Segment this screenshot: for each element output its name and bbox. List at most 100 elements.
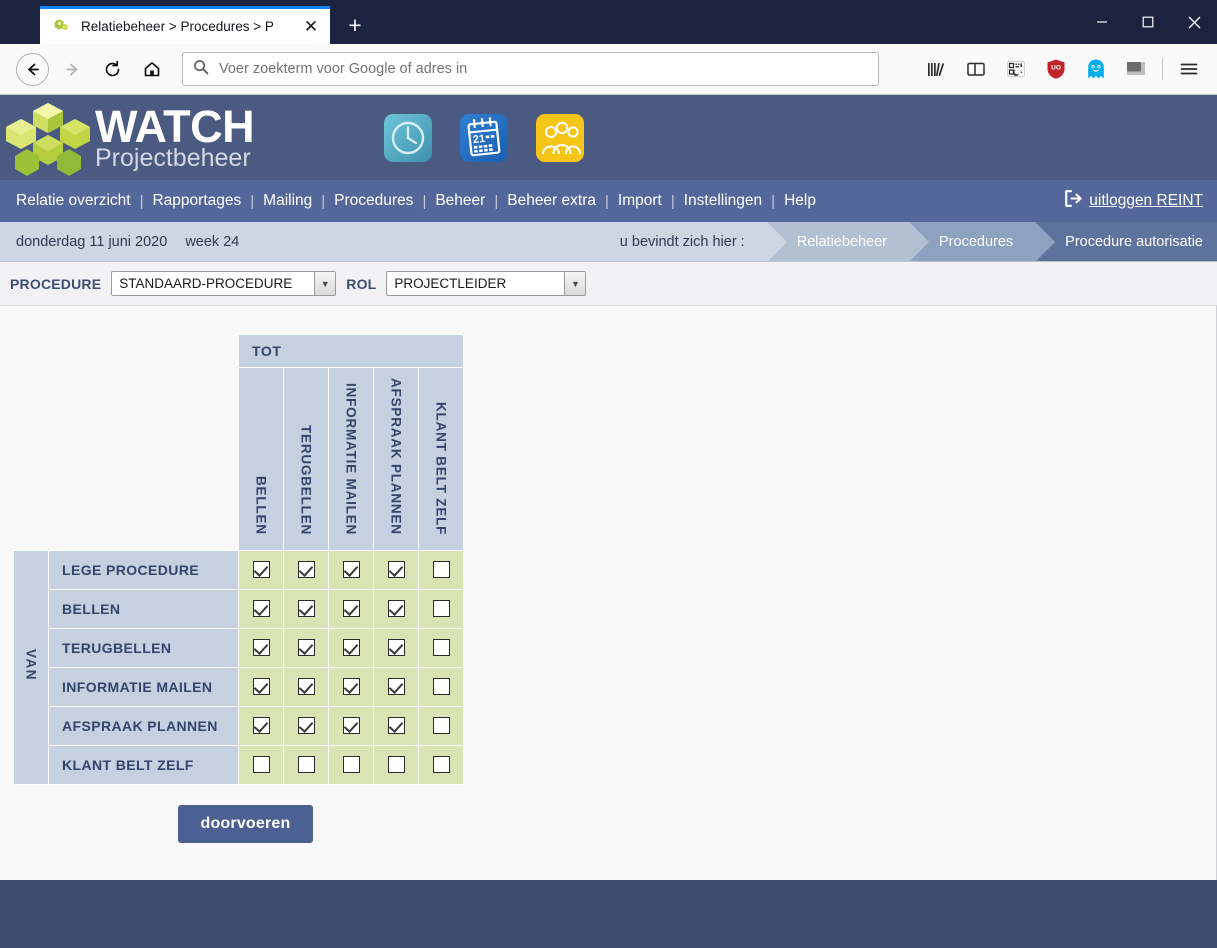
nav-item-mailing[interactable]: Mailing [263, 192, 312, 210]
nav-item-beheer-extra[interactable]: Beheer extra [507, 192, 596, 210]
nav-item-rapportages[interactable]: Rapportages [152, 192, 241, 210]
checkbox-checked[interactable] [252, 600, 270, 618]
matrix-cell[interactable] [373, 706, 419, 746]
doorvoeren-button[interactable]: doorvoeren [178, 805, 313, 843]
qr-reader-icon[interactable] [1000, 53, 1032, 85]
checkbox-checked[interactable] [297, 561, 315, 579]
checkbox-checked[interactable] [387, 678, 405, 696]
browser-tab[interactable]: Relatiebeheer > Procedures > P ✕ [40, 6, 330, 44]
checkbox-checked[interactable] [387, 639, 405, 657]
matrix-cell[interactable] [283, 589, 329, 629]
new-tab-button[interactable]: + [338, 8, 372, 42]
checkbox-checked[interactable] [387, 717, 405, 735]
sidebar-icon[interactable] [960, 53, 992, 85]
matrix-cell[interactable] [418, 628, 464, 668]
matrix-cell[interactable] [238, 706, 284, 746]
checkbox-checked[interactable] [252, 678, 270, 696]
checkbox-checked[interactable] [342, 678, 360, 696]
matrix-cell[interactable] [238, 745, 284, 785]
checkbox-checked[interactable] [252, 561, 270, 579]
close-icon[interactable]: ✕ [300, 16, 322, 38]
checkbox-unchecked[interactable] [387, 756, 405, 774]
minimize-icon[interactable] [1079, 0, 1125, 44]
matrix-cell[interactable] [328, 667, 374, 707]
ghostery-icon[interactable] [1080, 53, 1112, 85]
matrix-cell[interactable] [238, 667, 284, 707]
people-icon[interactable] [536, 113, 585, 162]
logout-link[interactable]: uitloggen REINT [1064, 190, 1203, 212]
matrix-cell[interactable] [328, 706, 374, 746]
library-icon[interactable] [920, 53, 952, 85]
back-arrow-icon[interactable] [16, 52, 49, 86]
window-close-icon[interactable] [1171, 0, 1217, 44]
app-logo[interactable]: WATCH Projectbeheer [0, 99, 255, 177]
matrix-cell[interactable] [283, 628, 329, 668]
checkbox-unchecked[interactable] [432, 678, 450, 696]
matrix-cell[interactable] [418, 706, 464, 746]
nav-item-beheer[interactable]: Beheer [435, 192, 485, 210]
matrix-cell[interactable] [238, 589, 284, 629]
checkbox-checked[interactable] [252, 717, 270, 735]
breadcrumb-item-relatiebeheer[interactable]: Relatiebeheer [766, 222, 930, 261]
matrix-cell[interactable] [328, 589, 374, 629]
checkbox-unchecked[interactable] [432, 639, 450, 657]
nav-item-procedures[interactable]: Procedures [334, 192, 413, 210]
matrix-cell[interactable] [238, 550, 284, 590]
matrix-cell[interactable] [328, 628, 374, 668]
matrix-row-header: TERUGBELLEN [48, 628, 239, 668]
extension-square-icon[interactable] [1120, 53, 1152, 85]
reload-icon[interactable] [95, 52, 129, 86]
ublock-origin-icon[interactable]: UO [1040, 53, 1072, 85]
chevron-down-icon[interactable]: ▼ [314, 272, 336, 295]
clock-icon[interactable] [384, 113, 433, 162]
matrix-cell[interactable] [418, 667, 464, 707]
nav-item-help[interactable]: Help [784, 192, 816, 210]
forward-arrow-icon[interactable] [55, 52, 89, 86]
checkbox-checked[interactable] [387, 600, 405, 618]
checkbox-checked[interactable] [297, 717, 315, 735]
matrix-cell[interactable] [373, 628, 419, 668]
checkbox-unchecked[interactable] [432, 756, 450, 774]
breadcrumb-item-procedures[interactable]: Procedures [909, 222, 1056, 261]
matrix-cell[interactable] [418, 589, 464, 629]
matrix-cell[interactable] [373, 589, 419, 629]
matrix-cell[interactable] [283, 745, 329, 785]
calendar-icon[interactable]: 21 [460, 113, 509, 162]
matrix-cell[interactable] [238, 628, 284, 668]
checkbox-unchecked[interactable] [342, 756, 360, 774]
checkbox-checked[interactable] [387, 561, 405, 579]
matrix-cell[interactable] [418, 745, 464, 785]
nav-item-relatie-overzicht[interactable]: Relatie overzicht [16, 192, 131, 210]
checkbox-checked[interactable] [297, 639, 315, 657]
matrix-cell[interactable] [283, 550, 329, 590]
checkbox-unchecked[interactable] [432, 561, 450, 579]
matrix-cell[interactable] [283, 667, 329, 707]
address-bar[interactable]: Voer zoekterm voor Google of adres in [182, 52, 879, 86]
checkbox-unchecked[interactable] [252, 756, 270, 774]
matrix-cell[interactable] [373, 550, 419, 590]
checkbox-unchecked[interactable] [432, 600, 450, 618]
checkbox-checked[interactable] [297, 678, 315, 696]
checkbox-checked[interactable] [252, 639, 270, 657]
hamburger-menu-icon[interactable] [1173, 53, 1205, 85]
matrix-cell[interactable] [328, 745, 374, 785]
checkbox-checked[interactable] [342, 561, 360, 579]
checkbox-checked[interactable] [342, 600, 360, 618]
procedure-select[interactable]: STANDAARD-PROCEDURE ▼ [111, 271, 337, 296]
checkbox-checked[interactable] [342, 717, 360, 735]
home-icon[interactable] [135, 52, 169, 86]
matrix-cell[interactable] [373, 745, 419, 785]
maximize-icon[interactable] [1125, 0, 1171, 44]
checkbox-unchecked[interactable] [432, 717, 450, 735]
matrix-cell[interactable] [418, 550, 464, 590]
matrix-cell[interactable] [373, 667, 419, 707]
checkbox-checked[interactable] [297, 600, 315, 618]
chevron-down-icon[interactable]: ▼ [564, 272, 586, 295]
nav-item-instellingen[interactable]: Instellingen [684, 192, 762, 210]
matrix-cell[interactable] [328, 550, 374, 590]
checkbox-unchecked[interactable] [297, 756, 315, 774]
checkbox-checked[interactable] [342, 639, 360, 657]
nav-item-import[interactable]: Import [618, 192, 662, 210]
rol-select[interactable]: PROJECTLEIDER ▼ [386, 271, 587, 296]
matrix-cell[interactable] [283, 706, 329, 746]
